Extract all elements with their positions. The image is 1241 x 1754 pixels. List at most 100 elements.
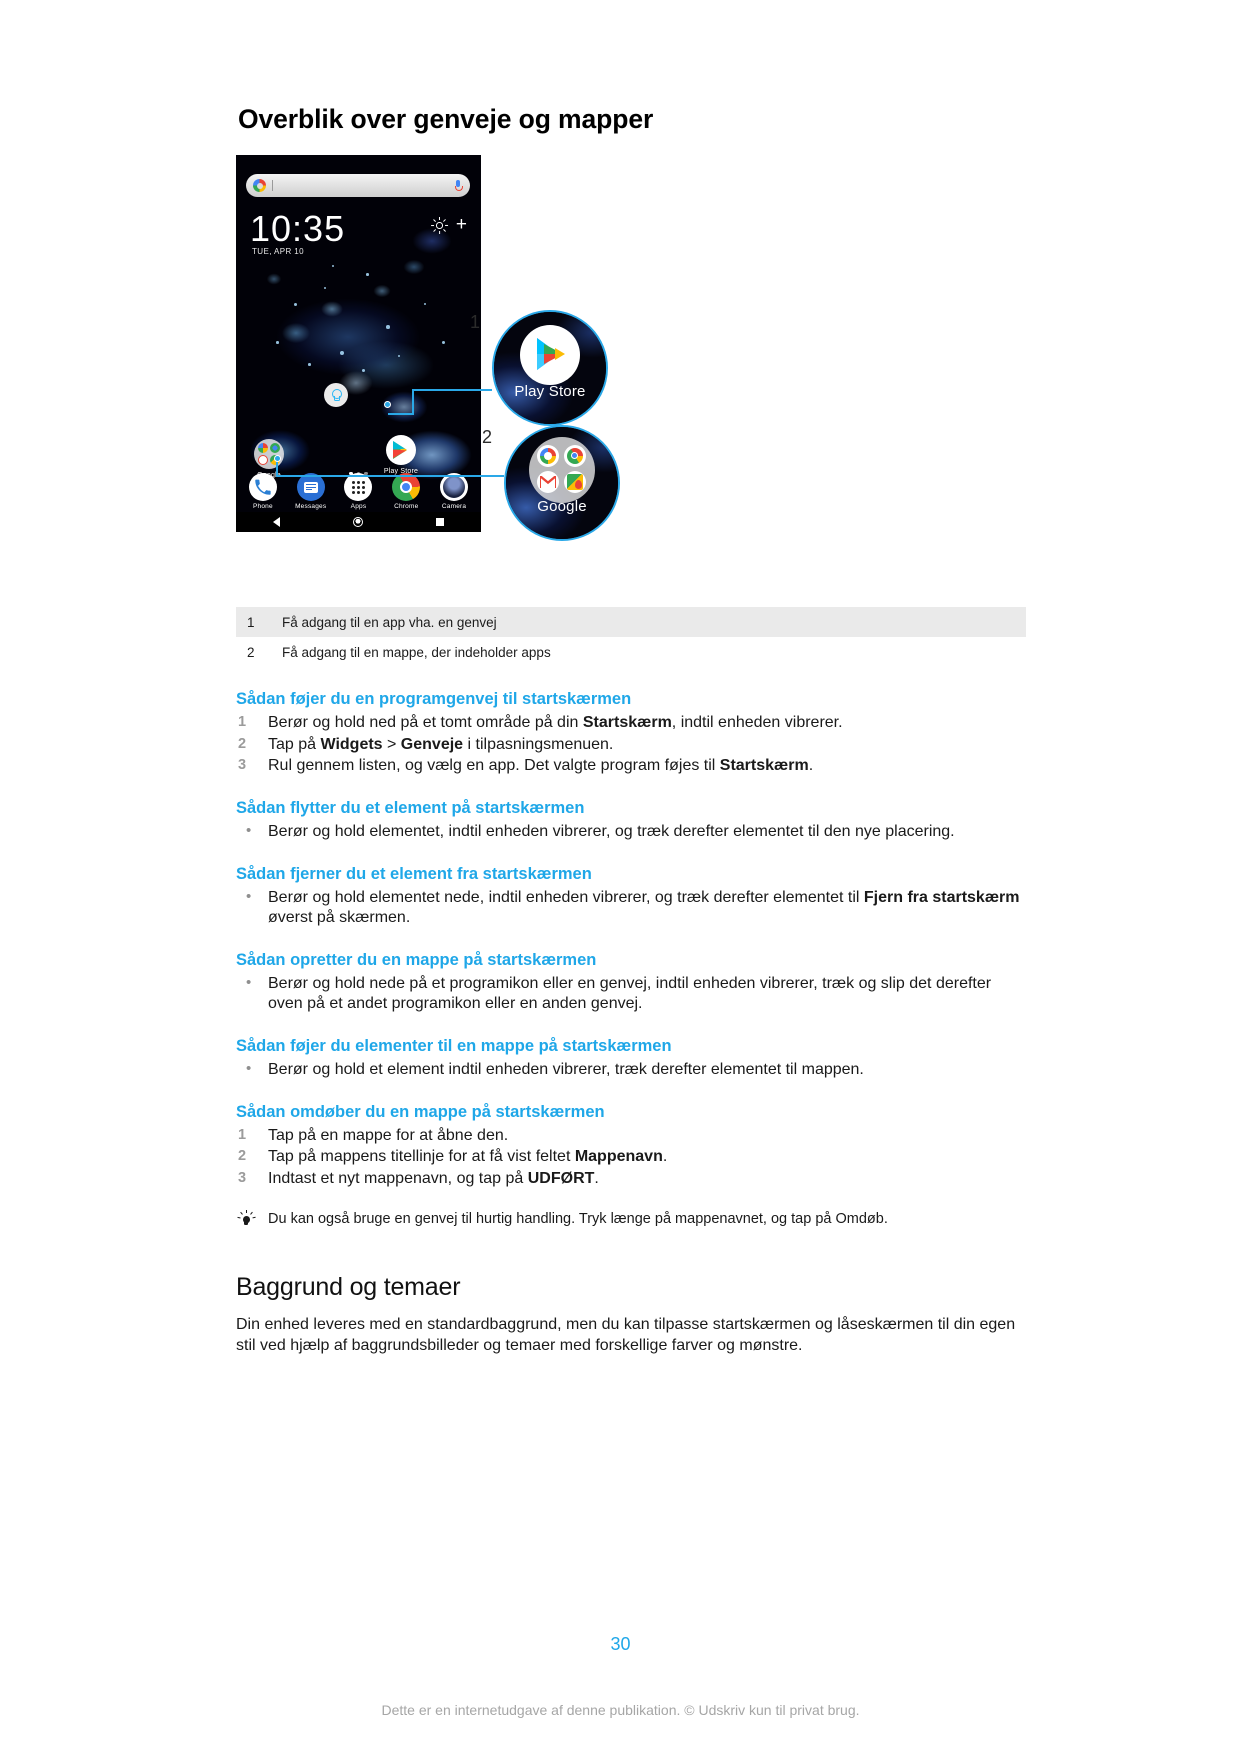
caption-table: 1 Få adgang til en app vha. en genvej 2 … bbox=[236, 607, 1026, 667]
bullet-list: Berør og hold elementet nede, indtil enh… bbox=[236, 886, 1026, 929]
step-text: Rul gennem listen, og vælg en app. Det v… bbox=[268, 757, 814, 775]
app-drawer-icon bbox=[344, 473, 373, 501]
section-heading: Sådan føjer du elementer til en mappe på… bbox=[236, 1037, 672, 1055]
step-text: Berør og hold ned på et tomt område på d… bbox=[268, 714, 843, 731]
dock-item-camera[interactable]: Camera bbox=[431, 473, 477, 510]
callout-number-2: 2 bbox=[482, 427, 493, 447]
step-number: 2 bbox=[238, 735, 247, 752]
body-content: Sådan føjer du en programgenvej til star… bbox=[236, 690, 1026, 1357]
list-item: 2 Tap på Widgets > Genveje i tilpasningsm… bbox=[236, 735, 1026, 756]
google-search-bar[interactable] bbox=[246, 174, 470, 197]
list-item: Berør og hold nede på et programikon ell… bbox=[236, 973, 1026, 1015]
bullet-text: Berør og hold elementet, indtil enheden … bbox=[268, 822, 955, 840]
callout-google-folder: Google bbox=[504, 425, 620, 541]
lightbulb-icon[interactable] bbox=[324, 383, 348, 407]
google-folder-icon-large bbox=[529, 436, 595, 503]
phone-illustration: 10:35 TUE, APR 10 + Play Store Phone Mes… bbox=[236, 155, 656, 550]
section-remove-item: Sådan fjerner du et element fra startskæ… bbox=[236, 865, 1026, 929]
list-item: Berør og hold elementet nede, indtil enh… bbox=[236, 886, 1026, 929]
section-rename-folder: Sådan omdøber du en mappe på startskærme… bbox=[236, 1103, 1026, 1190]
home-icon[interactable] bbox=[352, 517, 363, 527]
step-text: Tap på Widgets > Genveje i tilpasningsme… bbox=[268, 735, 614, 753]
dock-label: Apps bbox=[350, 503, 367, 510]
section-paragraph: Din enhed leveres med en standardbaggrun… bbox=[236, 1315, 1016, 1354]
step-number: 3 bbox=[238, 757, 247, 774]
table-row: 1 Få adgang til en app vha. en genvej bbox=[236, 607, 1026, 637]
bullet-text: Berør og hold nede på et programikon ell… bbox=[268, 974, 992, 1013]
step-text: Tap på mappens titellinje for at få vist… bbox=[268, 1148, 668, 1166]
document-page: Overblik over genveje og mapper 10:35 TU… bbox=[0, 0, 1241, 1754]
lightbulb-icon bbox=[237, 1210, 256, 1229]
bullet-list: Berør og hold et element indtil enheden … bbox=[236, 1059, 1026, 1081]
dock-item-phone[interactable]: Phone bbox=[240, 473, 286, 510]
list-item: Berør og hold et element indtil enheden … bbox=[236, 1059, 1026, 1081]
ordered-steps: 1 Berør og hold ned på et tomt område på … bbox=[236, 713, 1026, 777]
dock-item-chrome[interactable]: Chrome bbox=[383, 473, 429, 510]
recents-icon[interactable] bbox=[436, 518, 445, 526]
leader-line-1 bbox=[412, 389, 492, 392]
leader-line-1b bbox=[412, 389, 415, 415]
leader-line-2 bbox=[276, 475, 504, 478]
bullet-list: Berør og hold nede på et programikon ell… bbox=[236, 973, 1026, 1015]
clock-time: 10:35 bbox=[250, 208, 346, 249]
section-add-shortcut: Sådan føjer du en programgenvej til star… bbox=[236, 690, 1026, 777]
messages-icon bbox=[296, 473, 325, 501]
back-icon[interactable] bbox=[272, 517, 280, 527]
home-icon-play-store[interactable]: Play Store bbox=[374, 435, 428, 475]
list-item: 3 Rul gennem listen, og vælg en app. Det … bbox=[236, 756, 1026, 777]
bullet-text: Berør og hold elementet nede, indtil enh… bbox=[268, 888, 1020, 927]
dock-item-messages[interactable]: Messages bbox=[288, 473, 334, 510]
navigation-bar bbox=[236, 512, 481, 532]
section-heading: Baggrund og temaer bbox=[236, 1272, 461, 1301]
bullet-text: Berør og hold et element indtil enheden … bbox=[268, 1061, 864, 1078]
caption-text: Få adgang til en mappe, der indeholder a… bbox=[282, 644, 551, 660]
dock-label: Messages bbox=[295, 503, 327, 510]
chrome-icon bbox=[392, 473, 421, 501]
tip-text: Du kan også bruge en genvej til hurtig h… bbox=[268, 1210, 888, 1227]
page-title: Overblik over genveje og mapper bbox=[238, 104, 654, 134]
list-item: 1 Berør og hold ned på et tomt område på … bbox=[236, 713, 1026, 734]
footer-note: Dette er en internetudgave af denne publ… bbox=[381, 1702, 860, 1718]
section-add-to-folder: Sådan føjer du elementer til en mappe på… bbox=[236, 1037, 1026, 1081]
page-number: 30 bbox=[610, 1634, 631, 1654]
divider bbox=[272, 180, 273, 191]
dock-item-apps[interactable]: Apps bbox=[335, 473, 381, 510]
play-store-icon bbox=[386, 435, 416, 465]
callout-play-store: Play Store bbox=[492, 310, 608, 426]
caption-text: Få adgang til en app vha. en genvej bbox=[282, 614, 497, 630]
table-row: 2 Få adgang til en mappe, der indeholder… bbox=[236, 637, 1026, 667]
list-item: 3 Indtast et nyt mappenavn, og tap på UDF… bbox=[236, 1169, 1026, 1190]
clock-date: TUE, APR 10 bbox=[252, 247, 304, 256]
add-widget-icon[interactable]: + bbox=[456, 215, 467, 234]
play-store-icon-large bbox=[520, 324, 580, 385]
leader-line-1c bbox=[388, 413, 414, 416]
bullet-list: Berør og hold elementet, indtil enheden … bbox=[236, 821, 1026, 843]
caption-number: 2 bbox=[247, 644, 255, 660]
section-heading: Sådan flytter du et element på startskær… bbox=[236, 798, 585, 817]
step-number: 1 bbox=[238, 714, 247, 730]
callout-number-1: 1 bbox=[470, 312, 481, 332]
list-item: 1 Tap på en mappe for at åbne den. bbox=[236, 1126, 1026, 1147]
section-create-folder: Sådan opretter du en mappe på startskærm… bbox=[236, 951, 1026, 1015]
dock-label: Chrome bbox=[394, 503, 419, 510]
microphone-icon[interactable] bbox=[455, 179, 463, 192]
caption-number: 1 bbox=[247, 614, 255, 630]
section-heading: Sådan opretter du en mappe på startskærm… bbox=[236, 950, 597, 969]
section-heading: Sådan fjerner du et element fra startskæ… bbox=[236, 864, 592, 883]
section-heading: Sådan omdøber du en mappe på startskærme… bbox=[236, 1102, 605, 1121]
section-heading: Sådan føjer du en programgenvej til star… bbox=[236, 690, 632, 708]
list-item: 2 Tap på mappens titellinje for at få vis… bbox=[236, 1147, 1026, 1168]
ordered-steps: 1 Tap på en mappe for at åbne den. 2 Tap p… bbox=[236, 1126, 1026, 1190]
anchor-dot-1 bbox=[384, 401, 391, 408]
google-g-icon bbox=[253, 179, 266, 192]
section-move-item: Sådan flytter du et element på startskær… bbox=[236, 799, 1026, 843]
weather-widget: + bbox=[430, 215, 467, 234]
step-text: Tap på en mappe for at åbne den. bbox=[268, 1126, 509, 1144]
list-item: Berør og hold elementet, indtil enheden … bbox=[236, 821, 1026, 843]
phone-icon bbox=[248, 473, 277, 501]
google-folder-icon bbox=[254, 439, 284, 469]
callout-label: Play Store bbox=[514, 382, 586, 400]
step-number: 1 bbox=[238, 1126, 247, 1143]
dock-label: Camera bbox=[441, 503, 467, 510]
section-background-themes: Baggrund og temaer Din enhed leveres med… bbox=[236, 1273, 1026, 1357]
